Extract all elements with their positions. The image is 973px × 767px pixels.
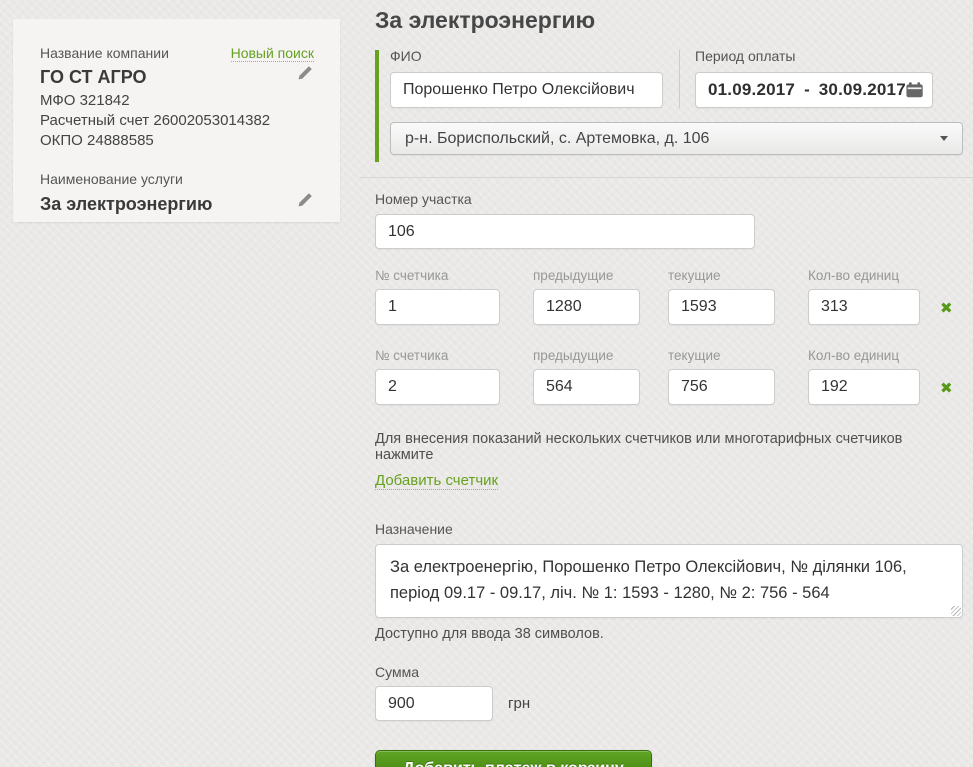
counter-row: № счетчика предыдущие текущие Кол-во еди… xyxy=(375,268,963,325)
units-count-label: Кол-во единиц xyxy=(808,268,920,283)
edit-service-icon[interactable] xyxy=(296,191,314,209)
period-label: Период оплаты xyxy=(695,48,963,64)
address-dropdown[interactable]: р-н. Бориспольский, с. Артемовка, д. 106 xyxy=(390,122,963,155)
previous-reading-label: предыдущие xyxy=(533,348,640,363)
plot-number-input[interactable] xyxy=(375,214,755,249)
accent-bar xyxy=(375,50,379,162)
fio-input[interactable] xyxy=(390,72,663,108)
units-count-label: Кол-во единиц xyxy=(808,348,920,363)
current-reading-input[interactable] xyxy=(668,369,775,405)
edit-company-icon[interactable] xyxy=(296,64,314,82)
company-account: Расчетный счет 26002053014382 xyxy=(40,111,314,131)
service-name-label: Наименование услуги xyxy=(40,171,183,187)
remove-counter-icon[interactable]: ✖ xyxy=(940,301,953,316)
period-dash: - xyxy=(804,80,810,100)
calendar-icon[interactable] xyxy=(906,81,923,99)
payment-form: За электроэнергию ФИО Период оплаты 01.0… xyxy=(375,0,963,767)
vertical-divider xyxy=(679,50,680,108)
fio-label: ФИО xyxy=(390,48,663,64)
resize-grip[interactable] xyxy=(951,606,961,616)
purpose-textarea[interactable]: За електроенергію, Порошенко Петро Олекс… xyxy=(375,544,963,618)
company-card: Название компании Новый поиск ГО СТ АГРО… xyxy=(13,19,340,222)
add-counter-link[interactable]: Добавить счетчик xyxy=(375,472,498,490)
purpose-label: Назначение xyxy=(375,521,963,537)
previous-reading-label: предыдущие xyxy=(533,268,640,283)
new-search-link[interactable]: Новый поиск xyxy=(231,45,314,62)
service-name: За электроэнергию xyxy=(40,194,212,215)
current-reading-label: текущие xyxy=(668,348,775,363)
counter-number-label: № счетчика xyxy=(375,268,500,283)
plot-number-label: Номер участка xyxy=(375,191,963,207)
period-from[interactable]: 01.09.2017 xyxy=(708,80,795,100)
counter-number-input[interactable] xyxy=(375,369,500,405)
add-payment-button[interactable]: Добавить платеж в корзину xyxy=(375,750,652,767)
period-to[interactable]: 30.09.2017 xyxy=(819,80,906,100)
current-reading-input[interactable] xyxy=(668,289,775,325)
currency-label: грн xyxy=(508,695,530,712)
company-okpo: ОКПО 24888585 xyxy=(40,131,314,151)
company-mfo: МФО 321842 xyxy=(40,91,314,111)
counter-number-label: № счетчика xyxy=(375,348,500,363)
amount-label: Сумма xyxy=(375,664,963,680)
period-range-picker[interactable]: 01.09.2017 - 30.09.2017 xyxy=(695,72,933,108)
chevron-down-icon xyxy=(940,136,948,141)
payer-section: ФИО Период оплаты 01.09.2017 - 30.09.201… xyxy=(375,48,963,155)
counter-row: № счетчика предыдущие текущие Кол-во еди… xyxy=(375,348,963,405)
company-name-label: Название компании xyxy=(40,45,169,61)
chars-available-hint: Доступно для ввода 38 символов. xyxy=(375,626,963,642)
current-reading-label: текущие xyxy=(668,268,775,283)
previous-reading-input[interactable] xyxy=(533,369,640,405)
remove-counter-icon[interactable]: ✖ xyxy=(940,381,953,396)
amount-input[interactable] xyxy=(375,686,493,721)
multi-counter-hint: Для внесения показаний нескольких счетчи… xyxy=(375,431,963,463)
units-count-input[interactable] xyxy=(808,369,920,405)
units-count-input[interactable] xyxy=(808,289,920,325)
counter-number-input[interactable] xyxy=(375,289,500,325)
previous-reading-input[interactable] xyxy=(533,289,640,325)
address-value: р-н. Бориспольский, с. Артемовка, д. 106 xyxy=(405,130,709,148)
company-name: ГО СТ АГРО xyxy=(40,67,147,88)
page-title: За электроэнергию xyxy=(375,6,963,34)
